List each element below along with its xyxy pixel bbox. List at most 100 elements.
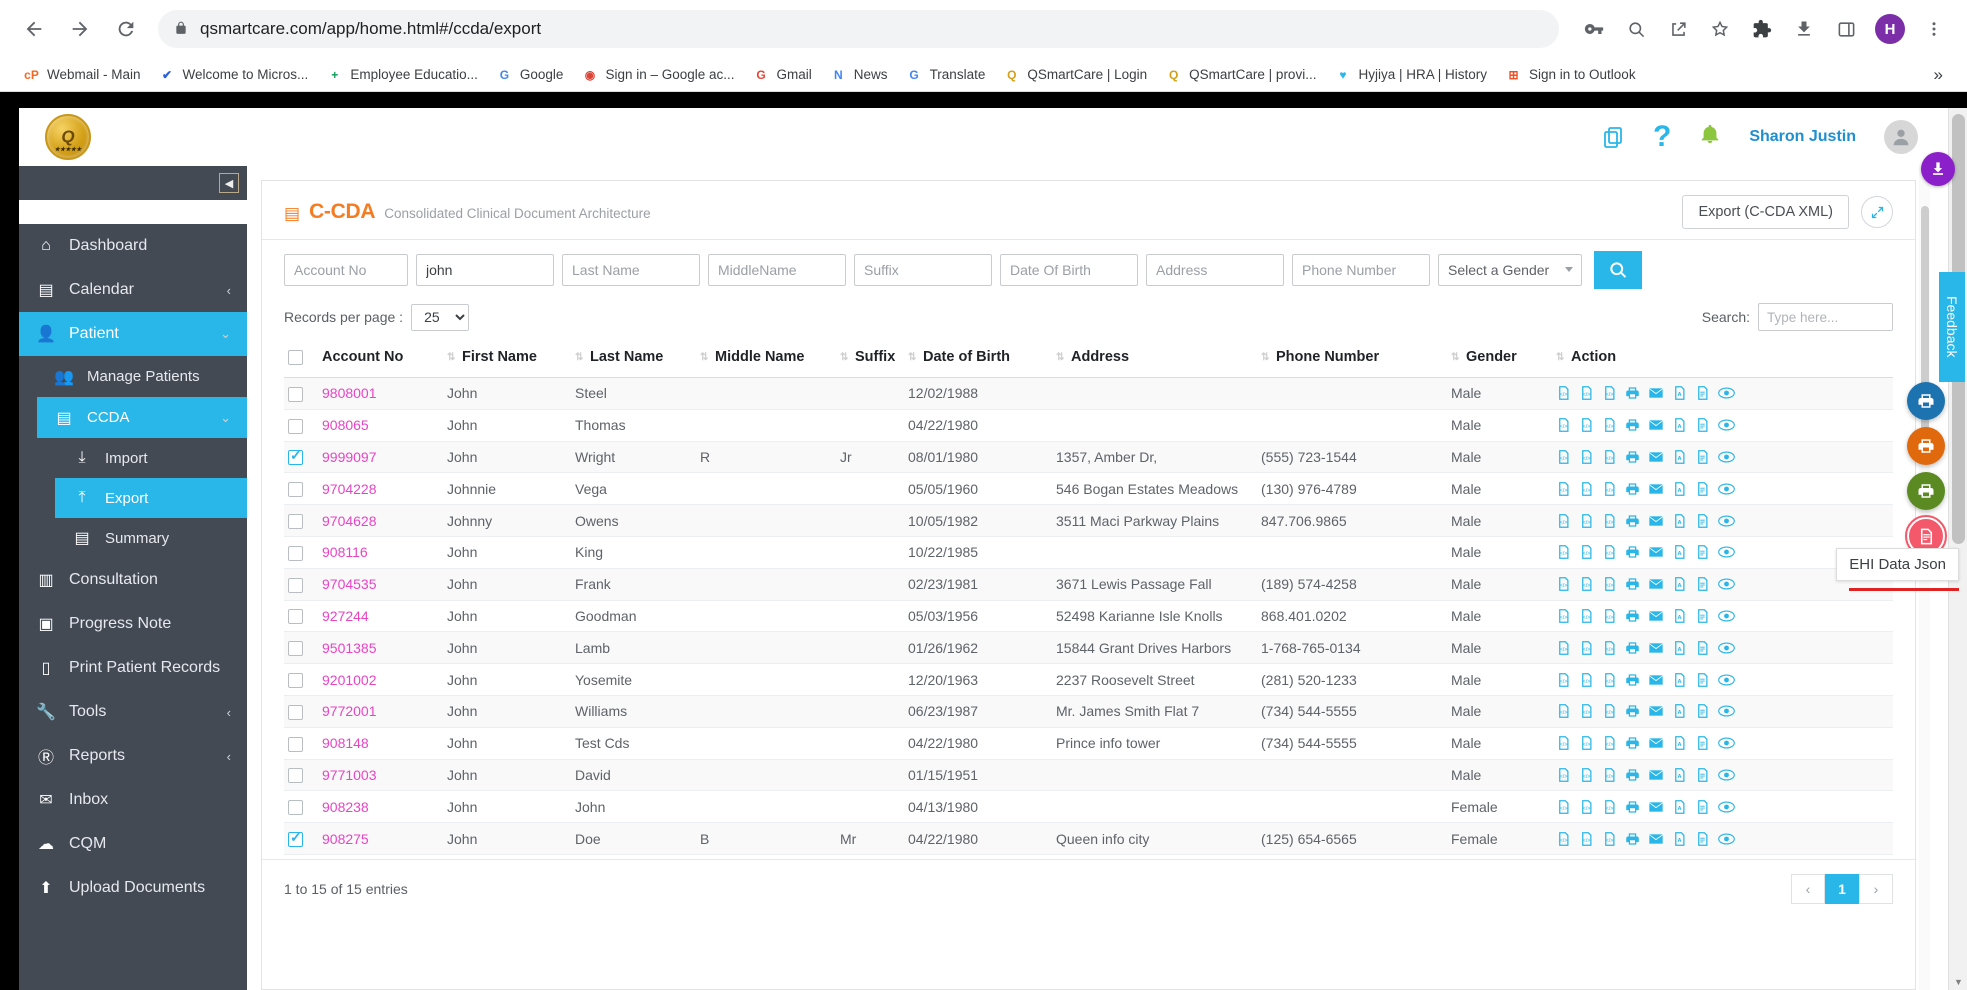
pdf-icon[interactable]: A — [1672, 767, 1687, 783]
pagination-page-1[interactable]: 1 — [1825, 873, 1859, 904]
view-eye-icon[interactable] — [1718, 545, 1735, 559]
account-no-link[interactable]: 908148 — [322, 735, 369, 751]
account-no-link[interactable]: 9704535 — [322, 576, 377, 592]
pdf-icon[interactable]: A — [1672, 544, 1687, 560]
sidebar-item-upload-documents[interactable]: ⬆ Upload Documents — [19, 866, 247, 910]
pdf-icon[interactable]: A — [1672, 672, 1687, 688]
table-row[interactable]: 908275 John Doe B Mr 04/22/1980 Queen info cit… — [284, 822, 1893, 855]
email-icon[interactable] — [1648, 544, 1664, 560]
cell-account-no[interactable]: 908065 — [318, 409, 443, 442]
ccd-xml-icon[interactable]: </> — [1556, 735, 1571, 751]
email-icon[interactable] — [1648, 417, 1664, 433]
ccd-xml-alt-icon[interactable]: </> — [1579, 385, 1594, 401]
table-row[interactable]: 9999097 John Wright R Jr 08/01/1980 1357, Ambe… — [284, 441, 1893, 474]
text-document-icon[interactable] — [1695, 799, 1710, 815]
account-no-link[interactable]: 9501385 — [322, 640, 377, 656]
text-document-icon[interactable] — [1695, 513, 1710, 529]
sidebar-item-tools[interactable]: 🔧 Tools ‹ — [19, 690, 247, 734]
ccd-xml-icon[interactable]: </> — [1556, 831, 1571, 847]
pdf-icon[interactable]: A — [1672, 417, 1687, 433]
ccd-xml-alt2-icon[interactable]: </> — [1602, 831, 1617, 847]
last-name-filter[interactable] — [562, 254, 700, 286]
print-icon[interactable] — [1625, 385, 1640, 401]
text-document-icon[interactable] — [1695, 417, 1710, 433]
email-icon[interactable] — [1648, 385, 1664, 401]
view-eye-icon[interactable] — [1718, 514, 1735, 528]
sidebar-item-reports[interactable]: Ⓡ Reports ‹ — [19, 734, 247, 778]
ccd-xml-alt2-icon[interactable]: </> — [1602, 703, 1617, 719]
row-checkbox[interactable] — [288, 704, 303, 720]
table-row[interactable]: 908065 John Thomas 04/22/1980 Male </> </> </> A — [284, 409, 1893, 442]
email-icon[interactable] — [1648, 608, 1664, 624]
pagination-prev[interactable]: ‹ — [1791, 873, 1825, 904]
account-no-link[interactable]: 9704628 — [322, 513, 377, 529]
table-row[interactable]: 9501385 John Lamb 01/26/1962 15844 Grant Dri… — [284, 631, 1893, 665]
ccd-xml-icon[interactable]: </> — [1556, 767, 1571, 783]
account-no-link[interactable]: 9704228 — [322, 481, 377, 497]
records-per-page-select[interactable]: 102550100 — [411, 303, 470, 331]
pdf-icon[interactable]: A — [1672, 481, 1687, 497]
pdf-icon[interactable]: A — [1672, 799, 1687, 815]
row-checkbox[interactable] — [288, 768, 303, 784]
table-row[interactable]: 927244 John Goodman 05/03/1956 52498 Kariann… — [284, 600, 1893, 633]
text-document-icon[interactable] — [1695, 385, 1710, 401]
ccd-xml-icon[interactable]: </> — [1556, 385, 1571, 401]
pdf-icon[interactable]: A — [1672, 513, 1687, 529]
col-gender[interactable]: ⇅ Gender — [1447, 339, 1552, 378]
ccd-xml-alt-icon[interactable]: </> — [1579, 640, 1594, 656]
table-row[interactable]: 9704535 John Frank 02/23/1981 3671 Lewis Pas… — [284, 568, 1893, 601]
print-icon[interactable] — [1625, 449, 1640, 465]
pdf-icon[interactable]: A — [1672, 449, 1687, 465]
print-icon[interactable] — [1625, 799, 1640, 815]
view-eye-icon[interactable] — [1718, 673, 1735, 687]
account-no-filter[interactable] — [284, 254, 408, 286]
ccd-xml-alt2-icon[interactable]: </> — [1602, 799, 1617, 815]
dob-filter[interactable] — [1000, 254, 1138, 286]
email-icon[interactable] — [1648, 481, 1664, 497]
view-eye-icon[interactable] — [1718, 609, 1735, 623]
account-no-link[interactable]: 927244 — [322, 608, 369, 624]
ccd-xml-icon[interactable]: </> — [1556, 513, 1571, 529]
ccd-xml-icon[interactable]: </> — [1556, 703, 1571, 719]
text-document-icon[interactable] — [1695, 481, 1710, 497]
download-complete-icon[interactable] — [1921, 152, 1955, 186]
row-checkbox[interactable] — [288, 513, 303, 529]
ccd-xml-alt2-icon[interactable]: </> — [1602, 640, 1617, 656]
ccd-xml-alt2-icon[interactable]: </> — [1602, 544, 1617, 560]
text-document-icon[interactable] — [1695, 767, 1710, 783]
ccd-xml-icon[interactable]: </> — [1556, 481, 1571, 497]
col-first-name[interactable]: ⇅ First Name — [443, 339, 571, 378]
sidebar-item-progress-note[interactable]: ▣ Progress Note — [19, 602, 247, 646]
cell-account-no[interactable]: 9772001 — [318, 695, 443, 728]
sidebar-item-summary[interactable]: ▤ Summary — [55, 518, 247, 558]
sidebar-item-consultation[interactable]: ▥ Consultation — [19, 558, 247, 602]
copy-icon[interactable] — [1601, 125, 1625, 149]
email-icon[interactable] — [1648, 449, 1664, 465]
select-all-checkbox[interactable] — [288, 349, 303, 365]
row-checkbox[interactable] — [288, 418, 303, 434]
ccd-xml-alt2-icon[interactable]: </> — [1602, 385, 1617, 401]
table-row[interactable]: 908238 John John 04/13/1980 Female </> </> </> A — [284, 790, 1893, 824]
table-row[interactable]: 9201002 John Yosemite 12/20/1963 2237 Roosev… — [284, 663, 1893, 696]
pdf-icon[interactable]: A — [1672, 385, 1687, 401]
cell-account-no[interactable]: 908275 — [318, 822, 443, 855]
email-icon[interactable] — [1648, 513, 1664, 529]
print-icon[interactable] — [1625, 735, 1640, 751]
account-no-link[interactable]: 908238 — [322, 799, 369, 815]
pdf-icon[interactable]: A — [1672, 640, 1687, 656]
email-icon[interactable] — [1648, 640, 1664, 656]
ccd-xml-alt-icon[interactable]: </> — [1579, 767, 1594, 783]
table-row[interactable]: 9704228 Johnnie Vega 05/05/1960 546 Bogan Es… — [284, 472, 1893, 506]
cell-account-no[interactable]: 9704228 — [318, 472, 443, 506]
scroll-down-arrow[interactable]: ▼ — [1949, 974, 1967, 990]
ccd-xml-alt2-icon[interactable]: </> — [1602, 417, 1617, 433]
print-icon[interactable] — [1625, 703, 1640, 719]
print-icon[interactable] — [1625, 513, 1640, 529]
view-eye-icon[interactable] — [1718, 736, 1735, 750]
ccd-xml-alt-icon[interactable]: </> — [1579, 417, 1594, 433]
email-icon[interactable] — [1648, 831, 1664, 847]
email-icon[interactable] — [1648, 672, 1664, 688]
cell-account-no[interactable]: 9201002 — [318, 663, 443, 696]
ccd-xml-icon[interactable]: </> — [1556, 449, 1571, 465]
col-last-name[interactable]: ⇅ Last Name — [571, 339, 696, 378]
